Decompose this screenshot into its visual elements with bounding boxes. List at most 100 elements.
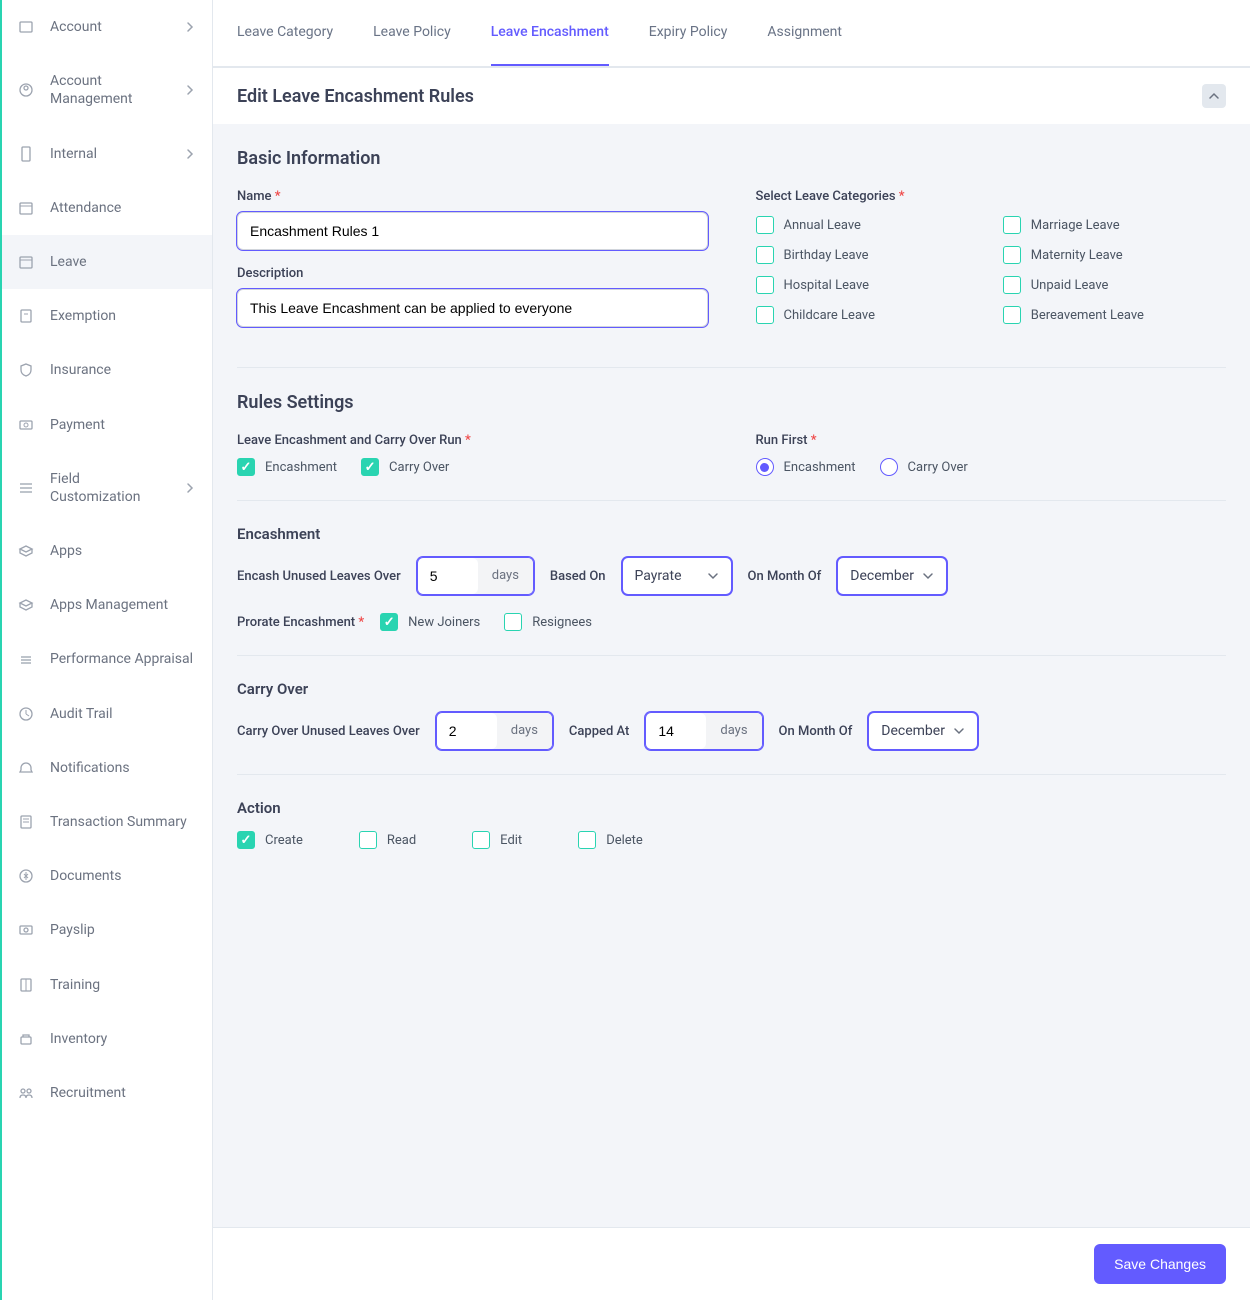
checkbox-birthday-leave[interactable]: Birthday Leave	[756, 246, 979, 264]
checkbox-carry-over[interactable]: Carry Over	[361, 458, 449, 476]
chevron-down-icon	[953, 725, 965, 737]
categories-label: Select Leave Categories	[756, 189, 1227, 204]
checkbox-resignees[interactable]: Resignees	[504, 613, 592, 631]
sidebar-item-leave[interactable]: Leave	[2, 235, 212, 289]
menu-item-icon	[18, 543, 34, 559]
checkbox-annual-leave[interactable]: Annual Leave	[756, 216, 979, 234]
option-label: Childcare Leave	[784, 308, 876, 323]
option-label: Carry Over	[389, 460, 449, 475]
checkbox-edit[interactable]: Edit	[472, 831, 522, 849]
sidebar-item-internal[interactable]: Internal	[2, 127, 212, 181]
checkbox-bereavement-leave[interactable]: Bereavement Leave	[1003, 306, 1226, 324]
action-options: Create Read Edit Delete	[237, 831, 1226, 849]
sidebar-item-inventory[interactable]: Inventory	[2, 1012, 212, 1066]
sidebar-item-exemption[interactable]: Exemption	[2, 289, 212, 343]
checkbox-unpaid-leave[interactable]: Unpaid Leave	[1003, 276, 1226, 294]
co-days-input[interactable]	[437, 713, 497, 749]
checkbox-delete[interactable]: Delete	[578, 831, 643, 849]
checkbox-hospital-leave[interactable]: Hospital Leave	[756, 276, 979, 294]
option-label: Resignees	[532, 615, 592, 630]
radio-encashment[interactable]: Encashment	[756, 458, 856, 476]
radio-icon	[880, 458, 898, 476]
tab-leave-encashment[interactable]: Leave Encashment	[491, 0, 609, 66]
sidebar-item-label: Notifications	[50, 759, 196, 777]
sidebar-item-label: Field Customization	[50, 470, 168, 506]
chevron-right-icon	[184, 482, 196, 494]
menu-item-icon	[18, 417, 34, 433]
checkbox-read[interactable]: Read	[359, 831, 416, 849]
checkbox-encashment[interactable]: Encashment	[237, 458, 337, 476]
sidebar-item-apps[interactable]: Apps	[2, 524, 212, 578]
enc-based-select[interactable]: Payrate	[622, 557, 732, 595]
period-options: Encashment Carry Over	[237, 458, 708, 476]
sidebar-item-notifications[interactable]: Notifications	[2, 741, 212, 795]
chevron-down-icon	[922, 570, 934, 582]
encashment-title: Encashment	[237, 525, 1226, 543]
cap-days-input[interactable]	[646, 713, 706, 749]
sidebar-item-payment[interactable]: Payment	[2, 398, 212, 452]
divider	[237, 774, 1226, 775]
sidebar-item-documents[interactable]: Documents	[2, 849, 212, 903]
option-label: Hospital Leave	[784, 278, 870, 293]
checkbox-icon	[1003, 246, 1021, 264]
tab-assignment[interactable]: Assignment	[767, 0, 842, 66]
sidebar-item-field-customization[interactable]: Field Customization	[2, 452, 212, 524]
checkbox-childcare-leave[interactable]: Childcare Leave	[756, 306, 979, 324]
prorate-options: New Joiners Resignees	[380, 613, 592, 631]
prorate-label: Prorate Encashment *	[237, 615, 364, 630]
sidebar-item-attendance[interactable]: Attendance	[2, 181, 212, 235]
co-month-label: On Month Of	[779, 724, 853, 739]
tab-leave-category[interactable]: Leave Category	[237, 0, 333, 66]
runfirst-label: Run First	[756, 433, 1227, 448]
checkbox-create[interactable]: Create	[237, 831, 303, 849]
enc-max-input[interactable]	[418, 558, 478, 594]
tab-leave-policy[interactable]: Leave Policy	[373, 0, 451, 66]
basic-info-heading: Basic Information	[237, 148, 1226, 169]
description-input[interactable]	[237, 289, 708, 327]
sidebar-item-insurance[interactable]: Insurance	[2, 343, 212, 397]
save-button[interactable]: Save Changes	[1094, 1244, 1226, 1284]
tab-expiry-policy[interactable]: Expiry Policy	[649, 0, 728, 66]
sidebar-item-label: Performance Appraisal	[50, 650, 196, 668]
sidebar-item-apps-management[interactable]: Apps Management	[2, 578, 212, 632]
checkbox-icon	[1003, 216, 1021, 234]
menu-item-icon	[18, 362, 34, 378]
sidebar-item-recruitment[interactable]: Recruitment	[2, 1066, 212, 1120]
sidebar-item-label: Account Management	[50, 72, 168, 108]
sidebar-item-label: Payslip	[50, 921, 196, 939]
sidebar-item-label: Internal	[50, 145, 168, 163]
option-label: Edit	[500, 833, 522, 848]
select-value: December	[881, 723, 945, 739]
action-title: Action	[237, 799, 1226, 817]
sidebar-item-audit-trail[interactable]: Audit Trail	[2, 687, 212, 741]
radio-carry-over[interactable]: Carry Over	[880, 458, 968, 476]
checkbox-new-joiners[interactable]: New Joiners	[380, 613, 480, 631]
checkbox-icon	[1003, 306, 1021, 324]
cap-input-group: days	[645, 712, 762, 750]
checkbox-marriage-leave[interactable]: Marriage Leave	[1003, 216, 1226, 234]
collapse-button[interactable]	[1202, 84, 1226, 108]
option-label: Encashment	[265, 460, 337, 475]
option-label: Read	[387, 833, 416, 848]
menu-item-icon	[18, 82, 34, 98]
menu-item-icon	[18, 146, 34, 162]
menu-item-icon	[18, 19, 34, 35]
checkbox-icon	[756, 246, 774, 264]
sidebar-item-label: Apps Management	[50, 596, 196, 614]
rules-heading: Rules Settings	[237, 392, 1226, 413]
enc-month-select[interactable]: December	[837, 557, 947, 595]
sidebar-item-performance-appraisal[interactable]: Performance Appraisal	[2, 632, 212, 686]
page-title: Edit Leave Encashment Rules	[237, 86, 474, 107]
sidebar-item-transaction-summary[interactable]: Transaction Summary	[2, 795, 212, 849]
sidebar-item-training[interactable]: Training	[2, 958, 212, 1012]
menu-item-icon	[18, 977, 34, 993]
carryover-title: Carry Over	[237, 680, 1226, 698]
sidebar-item-account[interactable]: Account	[2, 0, 212, 54]
sidebar-item-payslip[interactable]: Payslip	[2, 903, 212, 957]
select-value: Payrate	[635, 568, 682, 584]
name-input[interactable]	[237, 212, 708, 250]
menu-item-icon	[18, 597, 34, 613]
sidebar-item-account-management[interactable]: Account Management	[2, 54, 212, 126]
checkbox-maternity-leave[interactable]: Maternity Leave	[1003, 246, 1226, 264]
co-month-select[interactable]: December	[868, 712, 978, 750]
